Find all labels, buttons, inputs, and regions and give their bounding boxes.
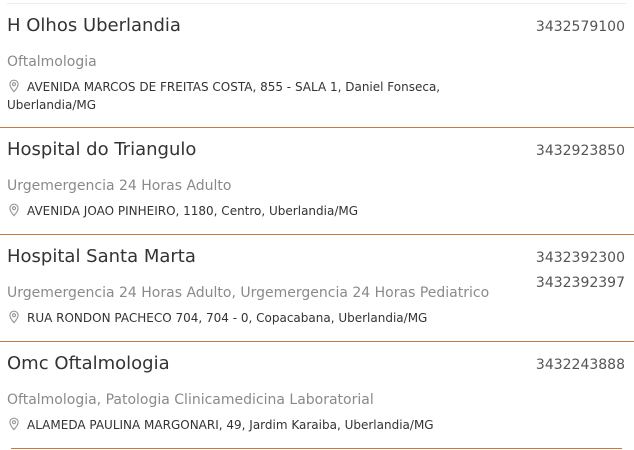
address-text: ALAMEDA PAULINA MARGONARI, 49, Jardim Ka… xyxy=(27,418,434,432)
phone-number[interactable]: 3432579100 xyxy=(536,15,625,40)
phone-list: 3432579100 xyxy=(536,15,625,40)
provider-name[interactable]: Hospital do Triangulo xyxy=(7,139,196,160)
provider-specialty: Oftalmologia, Patologia Clinicamedicina … xyxy=(7,392,374,408)
entry-divider xyxy=(0,127,634,128)
phone-list: 3432923850 xyxy=(536,139,625,164)
provider-name[interactable]: Hospital Santa Marta xyxy=(7,246,196,267)
provider-address: ALAMEDA PAULINA MARGONARI, 49, Jardim Ka… xyxy=(7,416,447,434)
provider-address: RUA RONDON PACHECO 704, 704 - 0, Copacab… xyxy=(7,309,447,327)
entry-divider xyxy=(0,234,634,235)
address-text: AVENIDA MARCOS DE FREITAS COSTA, 855 - S… xyxy=(7,80,441,112)
address-text: RUA RONDON PACHECO 704, 704 - 0, Copacab… xyxy=(27,311,428,325)
phone-number[interactable]: 3432392397 xyxy=(536,271,625,296)
phone-list: 3432243888 xyxy=(536,353,625,378)
phone-list: 3432392300 3432392397 xyxy=(536,246,625,296)
entry-divider xyxy=(0,341,634,342)
phone-number[interactable]: 3432923850 xyxy=(536,139,625,164)
provider-name[interactable]: H Olhos Uberlandia xyxy=(7,15,181,36)
map-pin-icon xyxy=(9,417,19,431)
provider-specialty: Urgemergencia 24 Horas Adulto xyxy=(7,178,232,194)
map-pin-icon xyxy=(9,203,19,217)
provider-specialty: Urgemergencia 24 Horas Adulto, Urgemerge… xyxy=(7,285,490,301)
entry-divider xyxy=(11,448,622,449)
provider-address: AVENIDA JOAO PINHEIRO, 1180, Centro, Ube… xyxy=(7,202,447,220)
provider-name[interactable]: Omc Oftalmologia xyxy=(7,353,170,374)
phone-number[interactable]: 3432243888 xyxy=(536,353,625,378)
map-pin-icon xyxy=(9,79,19,93)
phone-number[interactable]: 3432392300 xyxy=(536,246,625,271)
map-pin-icon xyxy=(9,310,19,324)
address-text: AVENIDA JOAO PINHEIRO, 1180, Centro, Ube… xyxy=(27,204,359,218)
top-divider xyxy=(7,3,626,4)
provider-list: H Olhos Uberlandia 3432579100 Oftalmolog… xyxy=(0,0,634,450)
provider-address: AVENIDA MARCOS DE FREITAS COSTA, 855 - S… xyxy=(7,78,447,114)
provider-specialty: Oftalmologia xyxy=(7,54,97,70)
